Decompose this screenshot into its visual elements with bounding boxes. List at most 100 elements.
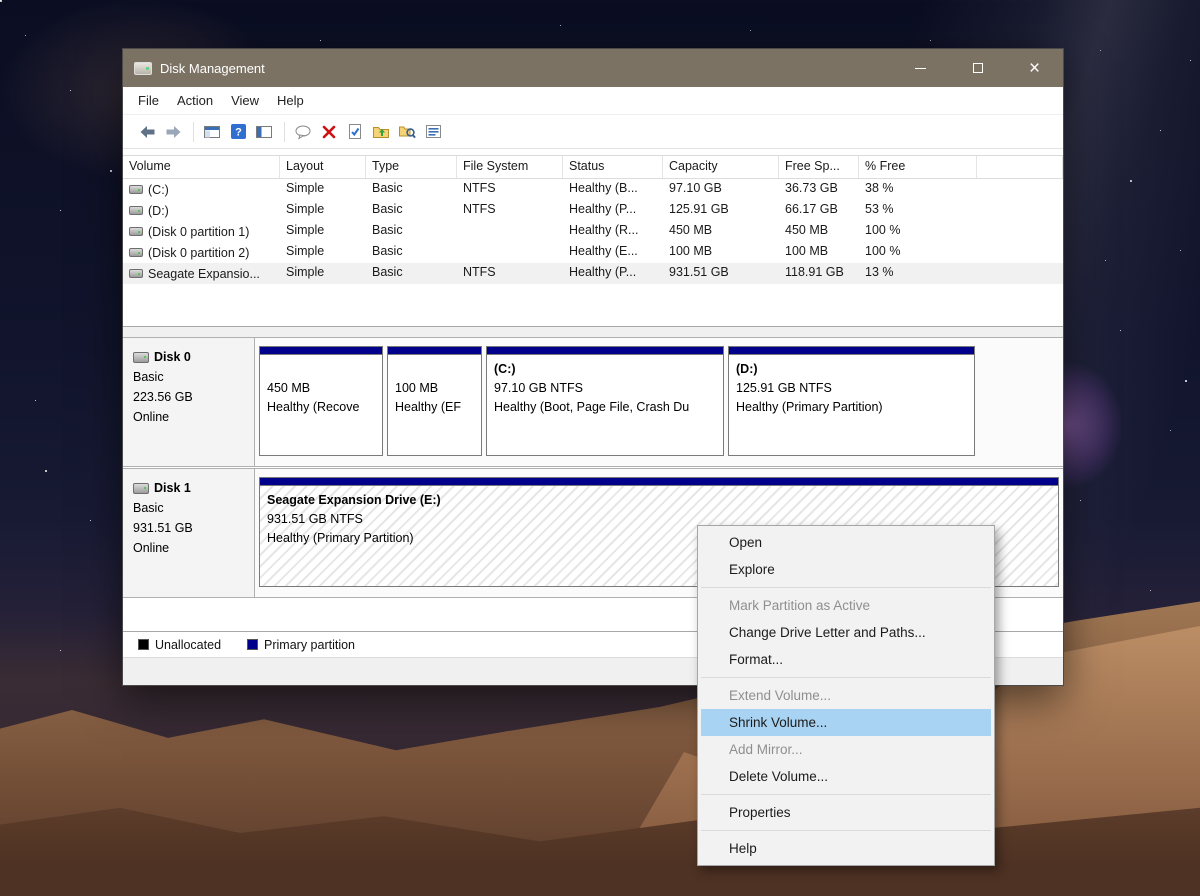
col-file-system[interactable]: File System (457, 156, 563, 178)
svg-text:?: ? (235, 127, 242, 139)
menu-item-open[interactable]: Open (701, 529, 991, 556)
menu-file[interactable]: File (129, 88, 168, 113)
forward-icon[interactable] (161, 120, 185, 144)
partition-recovery[interactable]: 450 MB Healthy (Recove (259, 346, 383, 456)
titlebar[interactable]: Disk Management × (123, 49, 1063, 87)
close-button[interactable]: × (1006, 49, 1063, 87)
check-document-icon[interactable] (343, 120, 367, 144)
cell-capacity: 97.10 GB (669, 181, 722, 195)
menu-item-format[interactable]: Format... (701, 646, 991, 673)
volume-list-header: Volume Layout Type File System Status Ca… (123, 156, 1063, 179)
cell-free: 450 MB (785, 223, 829, 237)
cell-fs (457, 221, 563, 242)
legend-unallocated-label: Unallocated (155, 637, 222, 652)
partition-efi[interactable]: 100 MB Healthy (EF (387, 346, 482, 456)
col-capacity[interactable]: Capacity (663, 156, 779, 178)
menu-item-extend-volume: Extend Volume... (729, 688, 832, 703)
volume-icon (129, 185, 143, 194)
disk0-partitions: 450 MB Healthy (Recove 100 MB Healthy (E… (255, 338, 1063, 466)
cell-pct: 100 % (865, 244, 901, 258)
col-pct-free[interactable]: % Free (859, 156, 977, 178)
window-controls: × (892, 49, 1063, 87)
table-row[interactable]: (Disk 0 partition 2) Simple Basic Health… (123, 242, 1063, 263)
disk-status: Online (133, 410, 170, 424)
partition-c[interactable]: (C:) 97.10 GB NTFS Healthy (Boot, Page F… (486, 346, 724, 456)
col-volume[interactable]: Volume (123, 156, 280, 178)
primary-partition-bar (260, 478, 1058, 486)
list-view-icon[interactable] (421, 120, 445, 144)
maximize-button[interactable] (949, 49, 1006, 87)
pane-splitter[interactable] (123, 327, 1063, 337)
menu-item-delete-volume[interactable]: Delete Volume... (701, 763, 991, 790)
menu-item-properties[interactable]: Properties (701, 799, 991, 826)
cell-volume: (Disk 0 partition 1) (148, 224, 250, 239)
menu-bar: File Action View Help (123, 87, 1063, 115)
folder-up-icon[interactable] (369, 120, 393, 144)
cell-capacity: 931.51 GB (669, 265, 729, 279)
toolbar: ? (123, 115, 1063, 149)
primary-partition-bar (388, 347, 481, 355)
menu-item-change-drive-letter[interactable]: Change Drive Letter and Paths... (701, 619, 991, 646)
folder-search-icon[interactable] (395, 120, 419, 144)
col-layout[interactable]: Layout (280, 156, 366, 178)
back-icon[interactable] (135, 120, 159, 144)
partition-health: Healthy (EF (395, 400, 461, 414)
menu-action[interactable]: Action (168, 88, 222, 113)
table-row-selected[interactable]: Seagate Expansio... Simple Basic NTFS He… (123, 263, 1063, 284)
menu-item-shrink-volume[interactable]: Shrink Volume... (701, 709, 991, 736)
unallocated-swatch (138, 639, 149, 650)
delete-icon[interactable] (317, 120, 341, 144)
close-icon: × (1028, 57, 1041, 79)
help-icon[interactable]: ? (226, 120, 250, 144)
menu-separator (701, 677, 991, 678)
disk0-label[interactable]: Disk 0 Basic 223.56 GB Online (123, 338, 255, 466)
table-row[interactable]: (C:) Simple Basic NTFS Healthy (B... 97.… (123, 179, 1063, 200)
legend-primary-partition: Primary partition (247, 638, 355, 652)
menu-separator (701, 794, 991, 795)
console-panel-icon[interactable] (252, 120, 276, 144)
legend-primary-label: Primary partition (264, 637, 356, 652)
cell-status: Healthy (P... (569, 265, 637, 279)
cell-type: Basic (372, 223, 403, 237)
volume-context-menu: Open Explore Mark Partition as Active Ch… (697, 525, 995, 866)
menu-item-explore[interactable]: Explore (701, 556, 991, 583)
col-status[interactable]: Status (563, 156, 663, 178)
col-free-space[interactable]: Free Sp... (779, 156, 859, 178)
cell-status: Healthy (R... (569, 223, 639, 237)
disk-status: Online (133, 541, 170, 555)
minimize-button[interactable] (892, 49, 949, 87)
partition-health: Healthy (Recove (267, 400, 360, 414)
cell-pct: 13 % (865, 265, 894, 279)
cell-free: 66.17 GB (785, 202, 838, 216)
cell-volume: (C:) (148, 182, 169, 197)
menu-separator (701, 587, 991, 588)
partition-health: Healthy (Boot, Page File, Crash Du (494, 400, 690, 414)
menu-help[interactable]: Help (268, 88, 313, 113)
menu-view[interactable]: View (222, 88, 268, 113)
disk-size: 223.56 GB (133, 390, 193, 404)
col-type[interactable]: Type (366, 156, 457, 178)
disk0-row: Disk 0 Basic 223.56 GB Online 450 MB Hea… (123, 337, 1063, 467)
console-tree-icon[interactable] (200, 120, 224, 144)
cell-layout: Simple (286, 223, 325, 237)
menu-item-add-mirror: Add Mirror... (729, 742, 803, 757)
disk-icon (133, 351, 149, 363)
cell-fs: NTFS (463, 181, 496, 195)
maximize-icon (972, 63, 983, 73)
toolbar-separator (284, 121, 285, 142)
tooltip-icon[interactable] (291, 120, 315, 144)
disk-name: Disk 0 (154, 350, 191, 364)
table-row[interactable]: (Disk 0 partition 1) Simple Basic Health… (123, 221, 1063, 242)
partition-d[interactable]: (D:) 125.91 GB NTFS Healthy (Primary Par… (728, 346, 975, 456)
cell-volume: (Disk 0 partition 2) (148, 245, 250, 260)
table-row[interactable]: (D:) Simple Basic NTFS Healthy (P... 125… (123, 200, 1063, 221)
menu-item-help[interactable]: Help (701, 835, 991, 862)
partition-size: 100 MB (395, 381, 439, 395)
cell-layout: Simple (286, 265, 325, 279)
disk1-label[interactable]: Disk 1 Basic 931.51 GB Online (123, 469, 255, 597)
cell-free: 100 MB (785, 244, 829, 258)
primary-partition-bar (260, 347, 382, 355)
disk-kind: Basic (133, 501, 164, 515)
cell-fs: NTFS (463, 265, 496, 279)
cell-type: Basic (372, 244, 403, 258)
